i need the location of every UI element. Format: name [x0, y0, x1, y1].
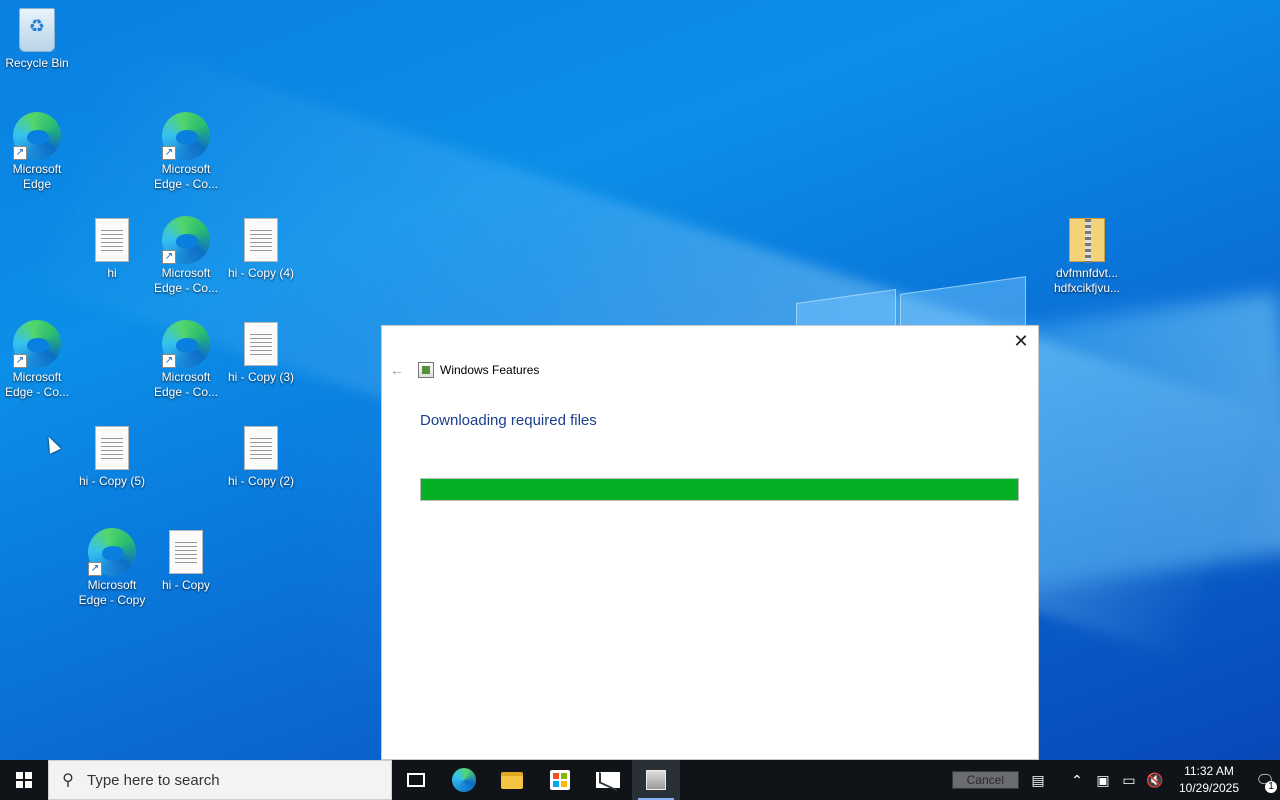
desktop-icon-hi[interactable]: hi: [75, 216, 149, 281]
desktop-icon-label: dvfmnfdvt... hdfxcikfjvu...: [1053, 266, 1121, 295]
meet-now-icon[interactable]: ▣: [1091, 772, 1115, 789]
shortcut-arrow-icon: ↗: [88, 562, 102, 576]
volume-muted-icon[interactable]: 🔇: [1143, 772, 1167, 789]
network-icon[interactable]: ▭: [1117, 772, 1141, 789]
edge-icon: ↗: [162, 216, 210, 264]
taskbar-store[interactable]: [536, 760, 584, 800]
desktop-icon-edge-copy[interactable]: ↗ Microsoft Edge - Co...: [0, 320, 74, 400]
desktop-icon-label: hi - Copy: [161, 578, 211, 592]
desktop-icon-label: hi - Copy (3): [227, 370, 295, 384]
text-document-icon: [244, 218, 278, 262]
desktop-icon-edge-copy[interactable]: ↗ Microsoft Edge - Co...: [149, 320, 223, 400]
news-widget-icon[interactable]: ▤: [1026, 772, 1050, 789]
desktop-icon-label: hi: [107, 266, 117, 280]
shortcut-arrow-icon: ↗: [162, 354, 176, 368]
text-document-icon: [169, 530, 203, 574]
desktop-icon-edge[interactable]: ↗ Microsoft Edge: [0, 112, 74, 192]
mouse-cursor-icon: [43, 434, 61, 454]
edge-icon: ↗: [13, 112, 61, 160]
text-document-icon: [244, 322, 278, 366]
desktop-icon-label: hi - Copy (5): [78, 474, 146, 488]
desktop-icon-edge-copy[interactable]: ↗ Microsoft Edge - Co...: [149, 112, 223, 192]
desktop-icon-hi-copy-4[interactable]: hi - Copy (4): [224, 216, 298, 281]
progress-bar-fill: [421, 479, 1018, 500]
text-document-icon: [95, 426, 129, 470]
desktop-icon-label: Microsoft Edge: [12, 162, 62, 191]
progress-bar: [420, 478, 1019, 501]
search-placeholder: Type here to search: [87, 771, 220, 789]
close-icon[interactable]: ✕: [1010, 330, 1032, 352]
zip-folder-icon: [1069, 218, 1105, 263]
dialog-heading: Downloading required files: [420, 412, 597, 429]
text-document-icon: [244, 426, 278, 470]
taskbar: ⚲ Type here to search Cancel ▤ ⌃ ▣ ▭ 🔇 1…: [0, 760, 1280, 800]
clock[interactable]: 11:32 AM 10/29/2025: [1174, 763, 1244, 797]
shortcut-arrow-icon: ↗: [162, 250, 176, 264]
shortcut-arrow-icon: ↗: [162, 146, 176, 160]
taskbar-windows-features[interactable]: [632, 760, 680, 800]
dialog-title-row: Windows Features: [418, 362, 539, 378]
cancel-button-ghost: Cancel: [951, 771, 1019, 789]
taskbar-file-explorer[interactable]: [488, 760, 536, 800]
task-view-icon: [407, 773, 425, 787]
notification-center-button[interactable]: 🗨 1: [1250, 771, 1280, 793]
desktop-icon-hi-copy-2[interactable]: hi - Copy (2): [224, 424, 298, 489]
desktop-icon-zip[interactable]: dvfmnfdvt... hdfxcikfjvu...: [1050, 216, 1124, 296]
mail-icon: [596, 772, 620, 788]
clock-time: 11:32 AM: [1184, 764, 1234, 778]
desktop-icon-recycle-bin[interactable]: Recycle Bin: [0, 6, 74, 71]
desktop-icon-hi-copy-3[interactable]: hi - Copy (3): [224, 320, 298, 385]
windows-features-dialog: ✕ ← Windows Features Downloading require…: [381, 325, 1039, 760]
edge-icon: ↗: [88, 528, 136, 576]
start-button[interactable]: [0, 760, 48, 800]
desktop-icon-label: Microsoft Edge - Copy: [78, 578, 146, 607]
taskbar-mail[interactable]: [584, 760, 632, 800]
windows-logo-icon: [16, 772, 32, 788]
recycle-bin-icon: [19, 8, 55, 52]
edge-icon: [452, 768, 476, 792]
shortcut-arrow-icon: ↗: [13, 146, 27, 160]
desktop-icon-hi-copy-5[interactable]: hi - Copy (5): [75, 424, 149, 489]
shortcut-arrow-icon: ↗: [13, 354, 27, 368]
back-arrow-icon[interactable]: ←: [390, 362, 404, 378]
desktop-icon-label: Microsoft Edge - Co...: [153, 162, 219, 191]
desktop-icon-edge-copy[interactable]: ↗ Microsoft Edge - Co...: [149, 216, 223, 296]
desktop-icon-label: Microsoft Edge - Co...: [153, 370, 219, 399]
dialog-title: Windows Features: [440, 363, 540, 377]
desktop-icon-label: Recycle Bin: [5, 56, 69, 70]
windows-features-icon: [646, 770, 666, 790]
taskbar-search-box[interactable]: ⚲ Type here to search: [48, 760, 392, 800]
edge-icon: ↗: [13, 320, 61, 368]
desktop-icon-label: Microsoft Edge - Co...: [153, 266, 219, 295]
search-icon: ⚲: [62, 772, 74, 789]
edge-icon: ↗: [162, 320, 210, 368]
system-tray: Cancel ▤ ⌃ ▣ ▭ 🔇 11:32 AM 10/29/2025 🗨 1: [951, 760, 1280, 800]
store-icon: [550, 770, 570, 790]
desktop-icon-label: Microsoft Edge - Co...: [4, 370, 70, 399]
desktop-icon-hi-copy[interactable]: hi - Copy: [149, 528, 223, 593]
desktop-icon-edge-copy[interactable]: ↗ Microsoft Edge - Copy: [75, 528, 149, 608]
desktop-icon-label: hi - Copy (2): [227, 474, 295, 488]
windows-features-icon: [418, 362, 434, 378]
taskbar-edge[interactable]: [440, 760, 488, 800]
edge-icon: ↗: [162, 112, 210, 160]
desktop-icon-label: hi - Copy (4): [227, 266, 295, 280]
task-view-button[interactable]: [392, 760, 440, 800]
notification-count: 1: [1265, 781, 1277, 793]
file-explorer-icon: [501, 771, 523, 789]
chevron-up-icon[interactable]: ⌃: [1065, 772, 1089, 789]
text-document-icon: [95, 218, 129, 262]
clock-date: 10/29/2025: [1178, 781, 1240, 795]
